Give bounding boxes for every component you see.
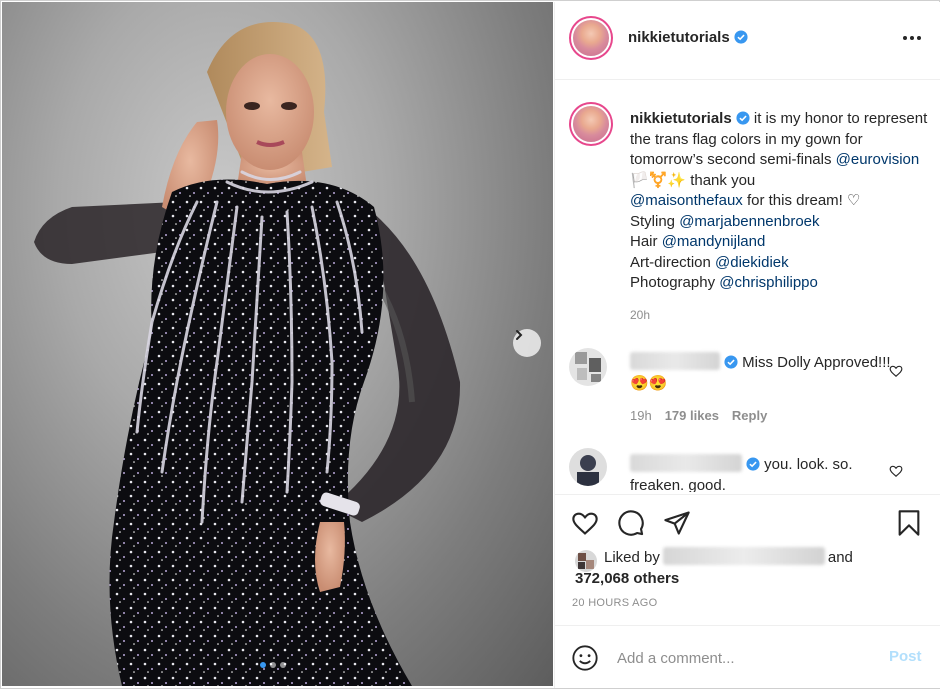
post-comment-button[interactable]: Post [889, 648, 922, 665]
verified-badge-icon [746, 457, 760, 471]
carousel-dot-active [260, 662, 266, 668]
mention-styling[interactable]: @marjabennenbroek [679, 213, 819, 230]
commenter-avatar[interactable] [569, 348, 607, 386]
post-age[interactable]: 20 HOURS AGO [572, 597, 658, 609]
liked-by-summary: Liked by and 372,068 others [575, 547, 895, 589]
more-options-icon[interactable] [901, 28, 923, 48]
share-icon[interactable] [663, 509, 691, 537]
styling-label: Styling [630, 212, 676, 230]
emoji-icon[interactable] [571, 644, 599, 672]
blurred-liker-name[interactable] [662, 547, 825, 565]
comment-body: Miss Dolly Approved!!! 😍😍 [630, 352, 900, 394]
liked-by-and: and [827, 549, 853, 566]
comment-emojis: 😍😍 [630, 375, 668, 392]
heart-icon[interactable] [571, 509, 599, 537]
caption-timestamp[interactable]: 20h [630, 308, 650, 322]
art-direction-label: Art-direction [630, 253, 711, 271]
verified-badge-icon [734, 30, 748, 44]
next-photo-button[interactable] [513, 329, 541, 357]
post-photo[interactable] [2, 2, 553, 686]
mention-art-direction[interactable]: @diekidiek [715, 254, 789, 271]
caption-text-3: for this dream! ♡ [746, 192, 861, 209]
comment-input[interactable] [617, 646, 857, 670]
carousel-dot [280, 662, 286, 668]
post-caption: nikkietutorials it is my honor to repres… [630, 109, 930, 294]
post-photo-illustration [34, 22, 461, 686]
instagram-post-modal: nikkietutorials nikkietutorials it is my… [0, 0, 940, 689]
caption-username[interactable]: nikkietutorials [630, 110, 732, 127]
liked-others-link[interactable]: 372,068 others [575, 570, 679, 587]
comment-reply-button[interactable]: Reply [732, 408, 767, 423]
liked-by-line: Liked by and [575, 547, 895, 568]
caption-author-avatar[interactable] [569, 102, 613, 146]
carousel-indicator [260, 662, 286, 668]
author-username[interactable]: nikkietutorials [628, 29, 730, 46]
mention-eurovision[interactable]: @eurovision [836, 151, 920, 168]
comments-scroll-area[interactable]: nikkietutorials it is my honor to repres… [555, 82, 940, 492]
bookmark-icon[interactable] [895, 509, 923, 537]
carousel-dot [270, 662, 276, 668]
author-username-link[interactable]: nikkietutorials [628, 29, 748, 46]
chevron-right-icon [516, 330, 523, 340]
commenter-avatar[interactable] [569, 448, 607, 486]
heart-icon[interactable] [889, 364, 903, 378]
caption-emojis: 🏳️⚧️✨ [630, 171, 687, 189]
add-comment-bar: Post [555, 625, 940, 689]
liker-avatar[interactable] [575, 550, 597, 572]
post-actions-section: Liked by and 372,068 others 20 HOURS AGO … [555, 494, 940, 688]
verified-badge-icon [724, 355, 738, 369]
comment-likes[interactable]: 179 likes [665, 408, 719, 423]
mention-maisonthefaux[interactable]: @maisonthefaux [630, 192, 743, 209]
blurred-username[interactable] [630, 454, 742, 472]
blurred-username[interactable] [630, 352, 720, 370]
heart-icon[interactable] [889, 464, 903, 478]
caption-text-2: thank you [690, 171, 756, 189]
post-header: nikkietutorials [555, 2, 940, 80]
hair-label: Hair [630, 233, 658, 250]
photography-label: Photography [630, 274, 716, 291]
comment-time[interactable]: 19h [630, 408, 652, 423]
verified-badge-icon [736, 111, 750, 125]
mention-hair[interactable]: @mandynijland [662, 233, 766, 250]
comment-meta: 19h 179 likes Reply [630, 408, 767, 423]
comment-icon[interactable] [617, 509, 645, 537]
comment-body: you. look. so. freaken. good. [630, 454, 900, 492]
post-side-panel: nikkietutorials nikkietutorials it is my… [554, 2, 940, 688]
author-avatar[interactable] [569, 16, 613, 60]
mention-photography[interactable]: @chrisphilippo [719, 274, 818, 291]
comment-text: Miss Dolly Approved!!! [742, 354, 891, 371]
liked-by-prefix: Liked by [604, 549, 660, 566]
